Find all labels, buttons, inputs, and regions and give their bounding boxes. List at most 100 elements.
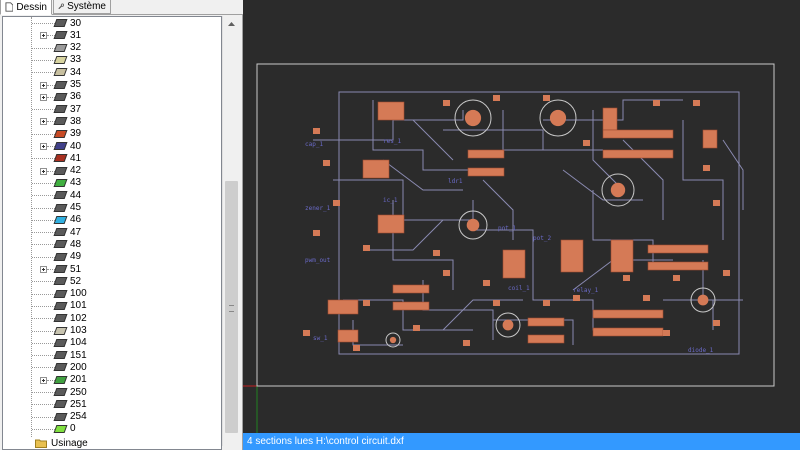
pcb-label: zener_1 (305, 205, 331, 212)
tree-connector (32, 23, 55, 24)
tree-item-layer[interactable]: 151 (3, 349, 221, 361)
pot-pad (610, 182, 626, 198)
layer-label: 200 (70, 361, 87, 373)
layer-icon (53, 277, 68, 286)
layer-label: 32 (70, 42, 82, 54)
layer-icon (53, 314, 68, 323)
layer-tree[interactable]: 30 31 32 33 34 35 36 37 38 39 40 41 42 43 44 45 46 47 48 49… (2, 16, 222, 450)
expand-icon[interactable] (40, 376, 47, 384)
grip-icon (229, 305, 234, 312)
drawing-canvas[interactable]: cap_1 res_1 zener_1 pwm_out ldr1 ic_1 pot_1 pot… (243, 0, 800, 433)
smd-pad (333, 200, 340, 206)
expand-icon[interactable] (40, 143, 47, 150)
tab-systeme[interactable]: Système (53, 0, 111, 14)
layer-icon (53, 424, 68, 433)
tree-item-layer[interactable]: 37 (3, 103, 221, 115)
tree-item-layer[interactable]: 45 (3, 202, 221, 214)
tree-item-layer[interactable]: 40 (3, 140, 221, 152)
layer-label: 44 (70, 189, 82, 201)
pot-pad (466, 218, 480, 232)
tree-item-layer[interactable]: 34 (3, 66, 221, 78)
tree-item-layer[interactable]: 200 (3, 361, 221, 373)
tree-item-layer[interactable]: 102 (3, 312, 221, 324)
layer-label: 254 (70, 411, 87, 423)
smd-pad (313, 128, 320, 134)
expand-icon[interactable] (40, 118, 47, 126)
layer-label: 30 (70, 17, 82, 29)
scroll-up-button[interactable] (223, 16, 240, 32)
layer-label: 34 (70, 66, 82, 78)
expand-icon[interactable] (40, 32, 47, 40)
tree-item-layer[interactable]: 48 (3, 238, 221, 250)
scroll-thumb[interactable] (225, 181, 238, 433)
layer-icon (53, 351, 68, 360)
smd-pad (363, 245, 370, 251)
tree-connector (32, 195, 55, 197)
tree-item-layer[interactable]: 100 (3, 288, 221, 300)
tree-item-layer[interactable]: 103 (3, 325, 221, 337)
tree-item-layer[interactable]: 35 (3, 79, 221, 91)
tree-item-layer[interactable]: 251 (3, 398, 221, 410)
layer-label: 48 (70, 238, 82, 250)
component-pad (647, 244, 709, 254)
tree-item-layer[interactable]: 47 (3, 226, 221, 238)
tree-item-layer[interactable]: 254 (3, 411, 221, 423)
tree-item-layer[interactable]: 31 (3, 29, 221, 41)
tree-item-layer[interactable]: 30 (3, 17, 221, 29)
smd-pad (543, 300, 550, 306)
tree-item-layer[interactable]: 250 (3, 386, 221, 398)
layer-icon (53, 178, 68, 187)
document-icon (5, 2, 14, 12)
tree-connector (32, 281, 55, 283)
layer-icon (53, 117, 68, 126)
smd-pad (713, 320, 720, 326)
pcb-label: diode_1 (688, 347, 714, 354)
tree-item-layer[interactable]: 101 (3, 300, 221, 312)
expand-icon[interactable] (40, 93, 47, 101)
tab-systeme-label: Système (67, 1, 106, 12)
tree-item-layer[interactable]: 39 (3, 128, 221, 140)
tree-item-layer[interactable]: 201 (3, 374, 221, 386)
tree-item-layer[interactable]: 42 (3, 165, 221, 177)
smd-pad (493, 95, 500, 101)
tree-scrollbar[interactable] (222, 16, 240, 446)
layer-icon (53, 363, 68, 372)
tree-item-layer[interactable]: 44 (3, 189, 221, 201)
layer-icon (53, 412, 68, 421)
tree-item-layer[interactable]: 52 (3, 275, 221, 287)
component-pad (392, 284, 430, 294)
smd-pad (413, 325, 420, 331)
tree-connector (32, 47, 55, 49)
tree-item-layer[interactable]: 36 (3, 91, 221, 103)
tree-item-layer[interactable]: 0 (3, 423, 221, 435)
tree-item-layer[interactable]: 43 (3, 177, 221, 189)
tree-item-layer[interactable]: 41 (3, 152, 221, 164)
expand-icon[interactable] (40, 167, 47, 175)
expand-icon[interactable] (40, 266, 47, 273)
layer-label: 35 (70, 79, 82, 90)
tree-item-layer[interactable]: 51 (3, 263, 221, 275)
tree-connector (32, 342, 55, 344)
tree-item-layer[interactable]: 104 (3, 337, 221, 349)
layer-label: 250 (70, 386, 87, 398)
layer-label: 43 (70, 177, 82, 189)
expand-icon[interactable] (40, 81, 47, 89)
component-pad (377, 214, 405, 234)
tree-item-layer[interactable]: 33 (3, 54, 221, 66)
tree-item-layer[interactable]: 38 (3, 115, 221, 127)
pcb-label: coil_1 (508, 285, 530, 292)
smd-pad (443, 100, 450, 106)
layer-icon (53, 215, 68, 224)
layer-icon (53, 129, 68, 138)
layer-icon (53, 375, 68, 384)
tree-connector (32, 392, 55, 393)
tree-item-usinage[interactable]: Usinage (35, 437, 88, 449)
layer-label: 51 (70, 263, 82, 275)
pcb-label: pot_1 (498, 225, 516, 232)
layer-icon (53, 105, 68, 114)
tab-dessin[interactable]: Dessin (0, 0, 52, 15)
tree-item-layer[interactable]: 32 (3, 42, 221, 54)
tree-item-layer[interactable]: 49 (3, 251, 221, 263)
tree-item-layer[interactable]: 46 (3, 214, 221, 226)
smd-pad (463, 340, 470, 346)
